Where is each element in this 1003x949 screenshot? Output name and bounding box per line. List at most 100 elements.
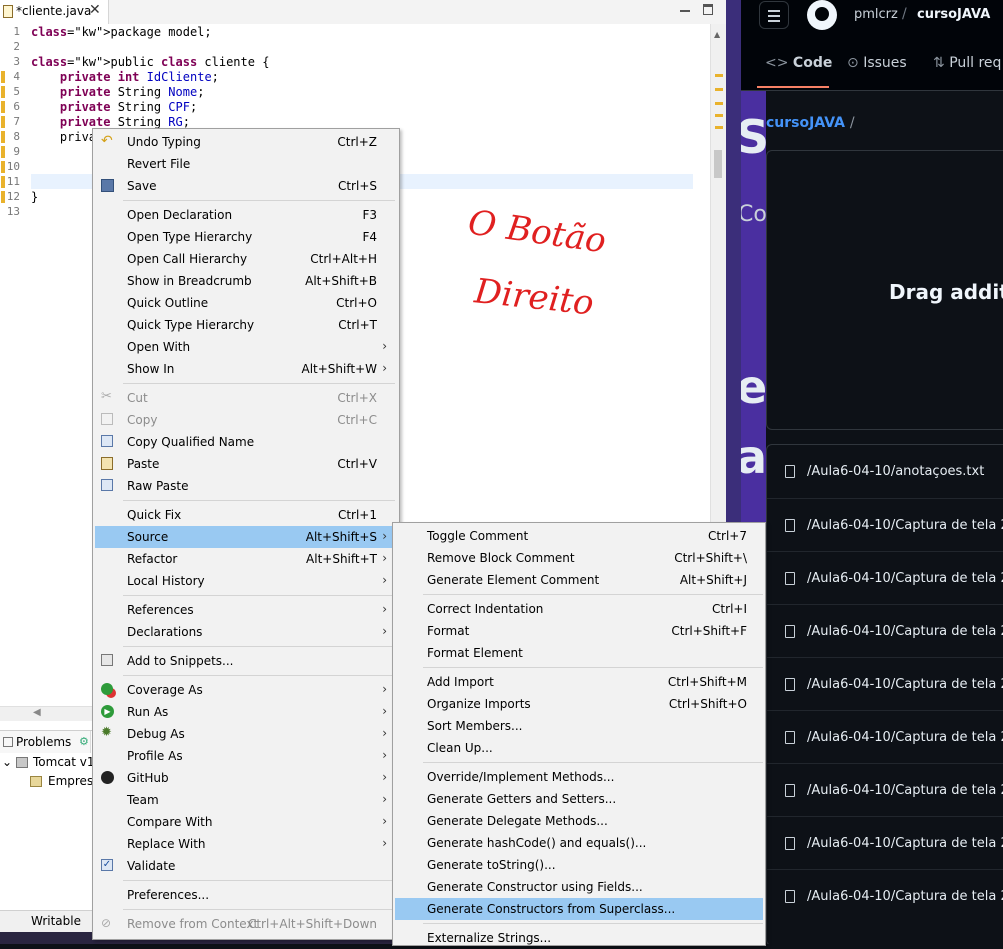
list-item[interactable]: /Aula6-04-10/Captura de tela 20 <box>767 498 1003 551</box>
java-file-icon <box>3 5 13 18</box>
overview-marker[interactable] <box>715 74 723 77</box>
menu-item-local-history[interactable]: Local History › <box>95 570 397 592</box>
menu-item-show-in-breadcrumb[interactable]: Show in Breadcrumb Alt+Shift+B <box>95 270 397 292</box>
menu-separator <box>123 383 395 384</box>
menu-item-externalize-strings[interactable]: Externalize Strings... <box>395 927 763 949</box>
tab-issues[interactable]: ⊙ Issues <box>847 55 907 71</box>
code-line: private String CPF; <box>59 100 198 114</box>
menu-item-generate-tostring[interactable]: Generate toString()... <box>395 854 763 876</box>
overview-marker[interactable] <box>715 126 723 129</box>
menu-item-refactor[interactable]: Refactor Alt+Shift+T › <box>95 548 397 570</box>
list-item[interactable]: /Aula6-04-10/Captura de tela 20 <box>767 763 1003 816</box>
menu-item-label: Generate Constructors from Superclass... <box>427 902 676 916</box>
menu-hamburger-icon[interactable] <box>759 1 789 29</box>
scrollbar-thumb[interactable] <box>714 150 722 178</box>
menu-item-quick-outline[interactable]: Quick Outline Ctrl+O <box>95 292 397 314</box>
menu-item-cut[interactable]: ✂ Cut Ctrl+X <box>95 387 397 409</box>
editor-tab-cliente-java[interactable]: *cliente.java ✕ <box>0 0 109 24</box>
menu-item-save[interactable]: Save Ctrl+S <box>95 175 397 197</box>
list-item[interactable]: /Aula6-04-10/Captura de tela 20 <box>767 657 1003 710</box>
menu-item-declarations[interactable]: Declarations › <box>95 621 397 643</box>
menu-item-remove-block-comment[interactable]: Remove Block Comment Ctrl+Shift+\ <box>395 547 763 569</box>
menu-item-preferences[interactable]: Preferences... <box>95 884 397 906</box>
tab-problems-label: Problems <box>16 735 72 749</box>
menu-item-format-element[interactable]: Format Element <box>395 642 763 664</box>
warning-marker-icon[interactable] <box>1 101 5 113</box>
menu-item-clean-up[interactable]: Clean Up... <box>395 737 763 759</box>
menu-item-generate-getters-setters[interactable]: Generate Getters and Setters... <box>395 788 763 810</box>
breadcrumb-repo-link[interactable]: cursoJAVA <box>766 115 845 131</box>
menu-item-copy-qualified-name[interactable]: Copy Qualified Name <box>95 431 397 453</box>
menu-item-coverage-as[interactable]: Coverage As › <box>95 679 397 701</box>
list-item[interactable]: /Aula6-04-10/Captura de tela 20 <box>767 816 1003 869</box>
tree-expand-icon[interactable]: ⌄ <box>2 755 12 769</box>
menu-item-references[interactable]: References › <box>95 599 397 621</box>
menu-item-generate-constructors-from-superclass[interactable]: Generate Constructors from Superclass... <box>395 898 763 920</box>
maximize-icon[interactable] <box>703 4 713 15</box>
list-item[interactable]: /Aula6-04-10/Captura de tela 20 <box>767 710 1003 763</box>
warning-marker-icon[interactable] <box>1 116 5 128</box>
list-item[interactable]: /Aula6-04-10/Captura de tela 20 <box>767 551 1003 604</box>
path-separator: / <box>902 6 907 22</box>
menu-item-source[interactable]: Source Alt+Shift+S › <box>95 526 397 548</box>
overview-marker[interactable] <box>715 114 723 117</box>
menu-item-add-import[interactable]: Add Import Ctrl+Shift+M <box>395 671 763 693</box>
menu-item-sort-members[interactable]: Sort Members... <box>395 715 763 737</box>
menu-item-show-in[interactable]: Show In Alt+Shift+W › <box>95 358 397 380</box>
close-icon[interactable]: ✕ <box>89 2 101 18</box>
tab-code[interactable]: <> Code <box>765 55 832 71</box>
list-item[interactable]: /Aula6-04-10/anotaçoes.txt <box>767 445 1003 497</box>
menu-item-github[interactable]: GitHub › <box>95 767 397 789</box>
repo-name-link[interactable]: cursoJAVA <box>917 7 990 22</box>
overview-marker[interactable] <box>715 102 723 105</box>
scroll-left-icon[interactable]: ◀ <box>33 707 41 718</box>
warning-marker-icon[interactable] <box>1 161 5 173</box>
menu-item-remove-from-context[interactable]: ⊘ Remove from Context Ctrl+Alt+Shift+Down <box>95 913 397 935</box>
menu-item-organize-imports[interactable]: Organize Imports Ctrl+Shift+O <box>395 693 763 715</box>
warning-marker-icon[interactable] <box>1 131 5 143</box>
menu-item-add-to-snippets[interactable]: Add to Snippets... <box>95 650 397 672</box>
menu-item-generate-delegate-methods[interactable]: Generate Delegate Methods... <box>395 810 763 832</box>
menu-item-open-with[interactable]: Open With › <box>95 336 397 358</box>
menu-item-generate-hashcode-equals[interactable]: Generate hashCode() and equals()... <box>395 832 763 854</box>
menu-item-format[interactable]: Format Ctrl+Shift+F <box>395 620 763 642</box>
menu-item-open-declaration[interactable]: Open Declaration F3 <box>95 204 397 226</box>
menu-item-replace-with[interactable]: Replace With › <box>95 833 397 855</box>
list-item[interactable]: /Aula6-04-10/Captura de tela 20 <box>767 604 1003 657</box>
tab-problems[interactable]: Problems <box>0 731 91 753</box>
warning-marker-icon[interactable] <box>1 176 5 188</box>
overview-marker[interactable] <box>715 88 723 91</box>
menu-item-run-as[interactable]: ▶ Run As › <box>95 701 397 723</box>
menu-item-open-call-hierarchy[interactable]: Open Call Hierarchy Ctrl+Alt+H <box>95 248 397 270</box>
menu-item-shortcut: Ctrl+Shift+F <box>671 624 747 638</box>
menu-item-copy[interactable]: Copy Ctrl+C <box>95 409 397 431</box>
tab-pull-requests[interactable]: ⇅ Pull req <box>933 55 1001 71</box>
menu-item-override-implement-methods[interactable]: Override/Implement Methods... <box>395 766 763 788</box>
github-logo-icon[interactable] <box>807 0 837 30</box>
menu-item-quick-fix[interactable]: Quick Fix Ctrl+1 <box>95 504 397 526</box>
menu-item-open-type-hierarchy[interactable]: Open Type Hierarchy F4 <box>95 226 397 248</box>
menu-item-toggle-comment[interactable]: Toggle Comment Ctrl+7 <box>395 525 763 547</box>
menu-item-team[interactable]: Team › <box>95 789 397 811</box>
menu-item-validate[interactable]: ✓ Validate <box>95 855 397 877</box>
warning-marker-icon[interactable] <box>1 191 5 203</box>
minimize-icon[interactable] <box>680 10 690 12</box>
servers-tab-icon[interactable]: ⚙ <box>79 735 89 748</box>
warning-marker-icon[interactable] <box>1 146 5 158</box>
menu-item-quick-type-hierarchy[interactable]: Quick Type Hierarchy Ctrl+T <box>95 314 397 336</box>
menu-item-paste[interactable]: Paste Ctrl+V <box>95 453 397 475</box>
menu-item-raw-paste[interactable]: Raw Paste <box>95 475 397 497</box>
warning-marker-icon[interactable] <box>1 86 5 98</box>
list-item[interactable]: /Aula6-04-10/Captura de tela 20 <box>767 869 1003 922</box>
warning-marker-icon[interactable] <box>1 71 5 83</box>
menu-item-correct-indentation[interactable]: Correct Indentation Ctrl+I <box>395 598 763 620</box>
scroll-up-icon[interactable]: ▲ <box>714 30 720 39</box>
menu-item-profile-as[interactable]: Profile As › <box>95 745 397 767</box>
menu-item-compare-with[interactable]: Compare With › <box>95 811 397 833</box>
menu-item-revert-file[interactable]: Revert File <box>95 153 397 175</box>
menu-item-generate-constructor-using-fields[interactable]: Generate Constructor using Fields... <box>395 876 763 898</box>
repo-owner-link[interactable]: pmlcrz <box>854 7 898 22</box>
menu-item-debug-as[interactable]: ✹ Debug As › <box>95 723 397 745</box>
menu-item-undo-typing[interactable]: ↶ Undo Typing Ctrl+Z <box>95 131 397 153</box>
menu-item-generate-element-comment[interactable]: Generate Element Comment Alt+Shift+J <box>395 569 763 591</box>
